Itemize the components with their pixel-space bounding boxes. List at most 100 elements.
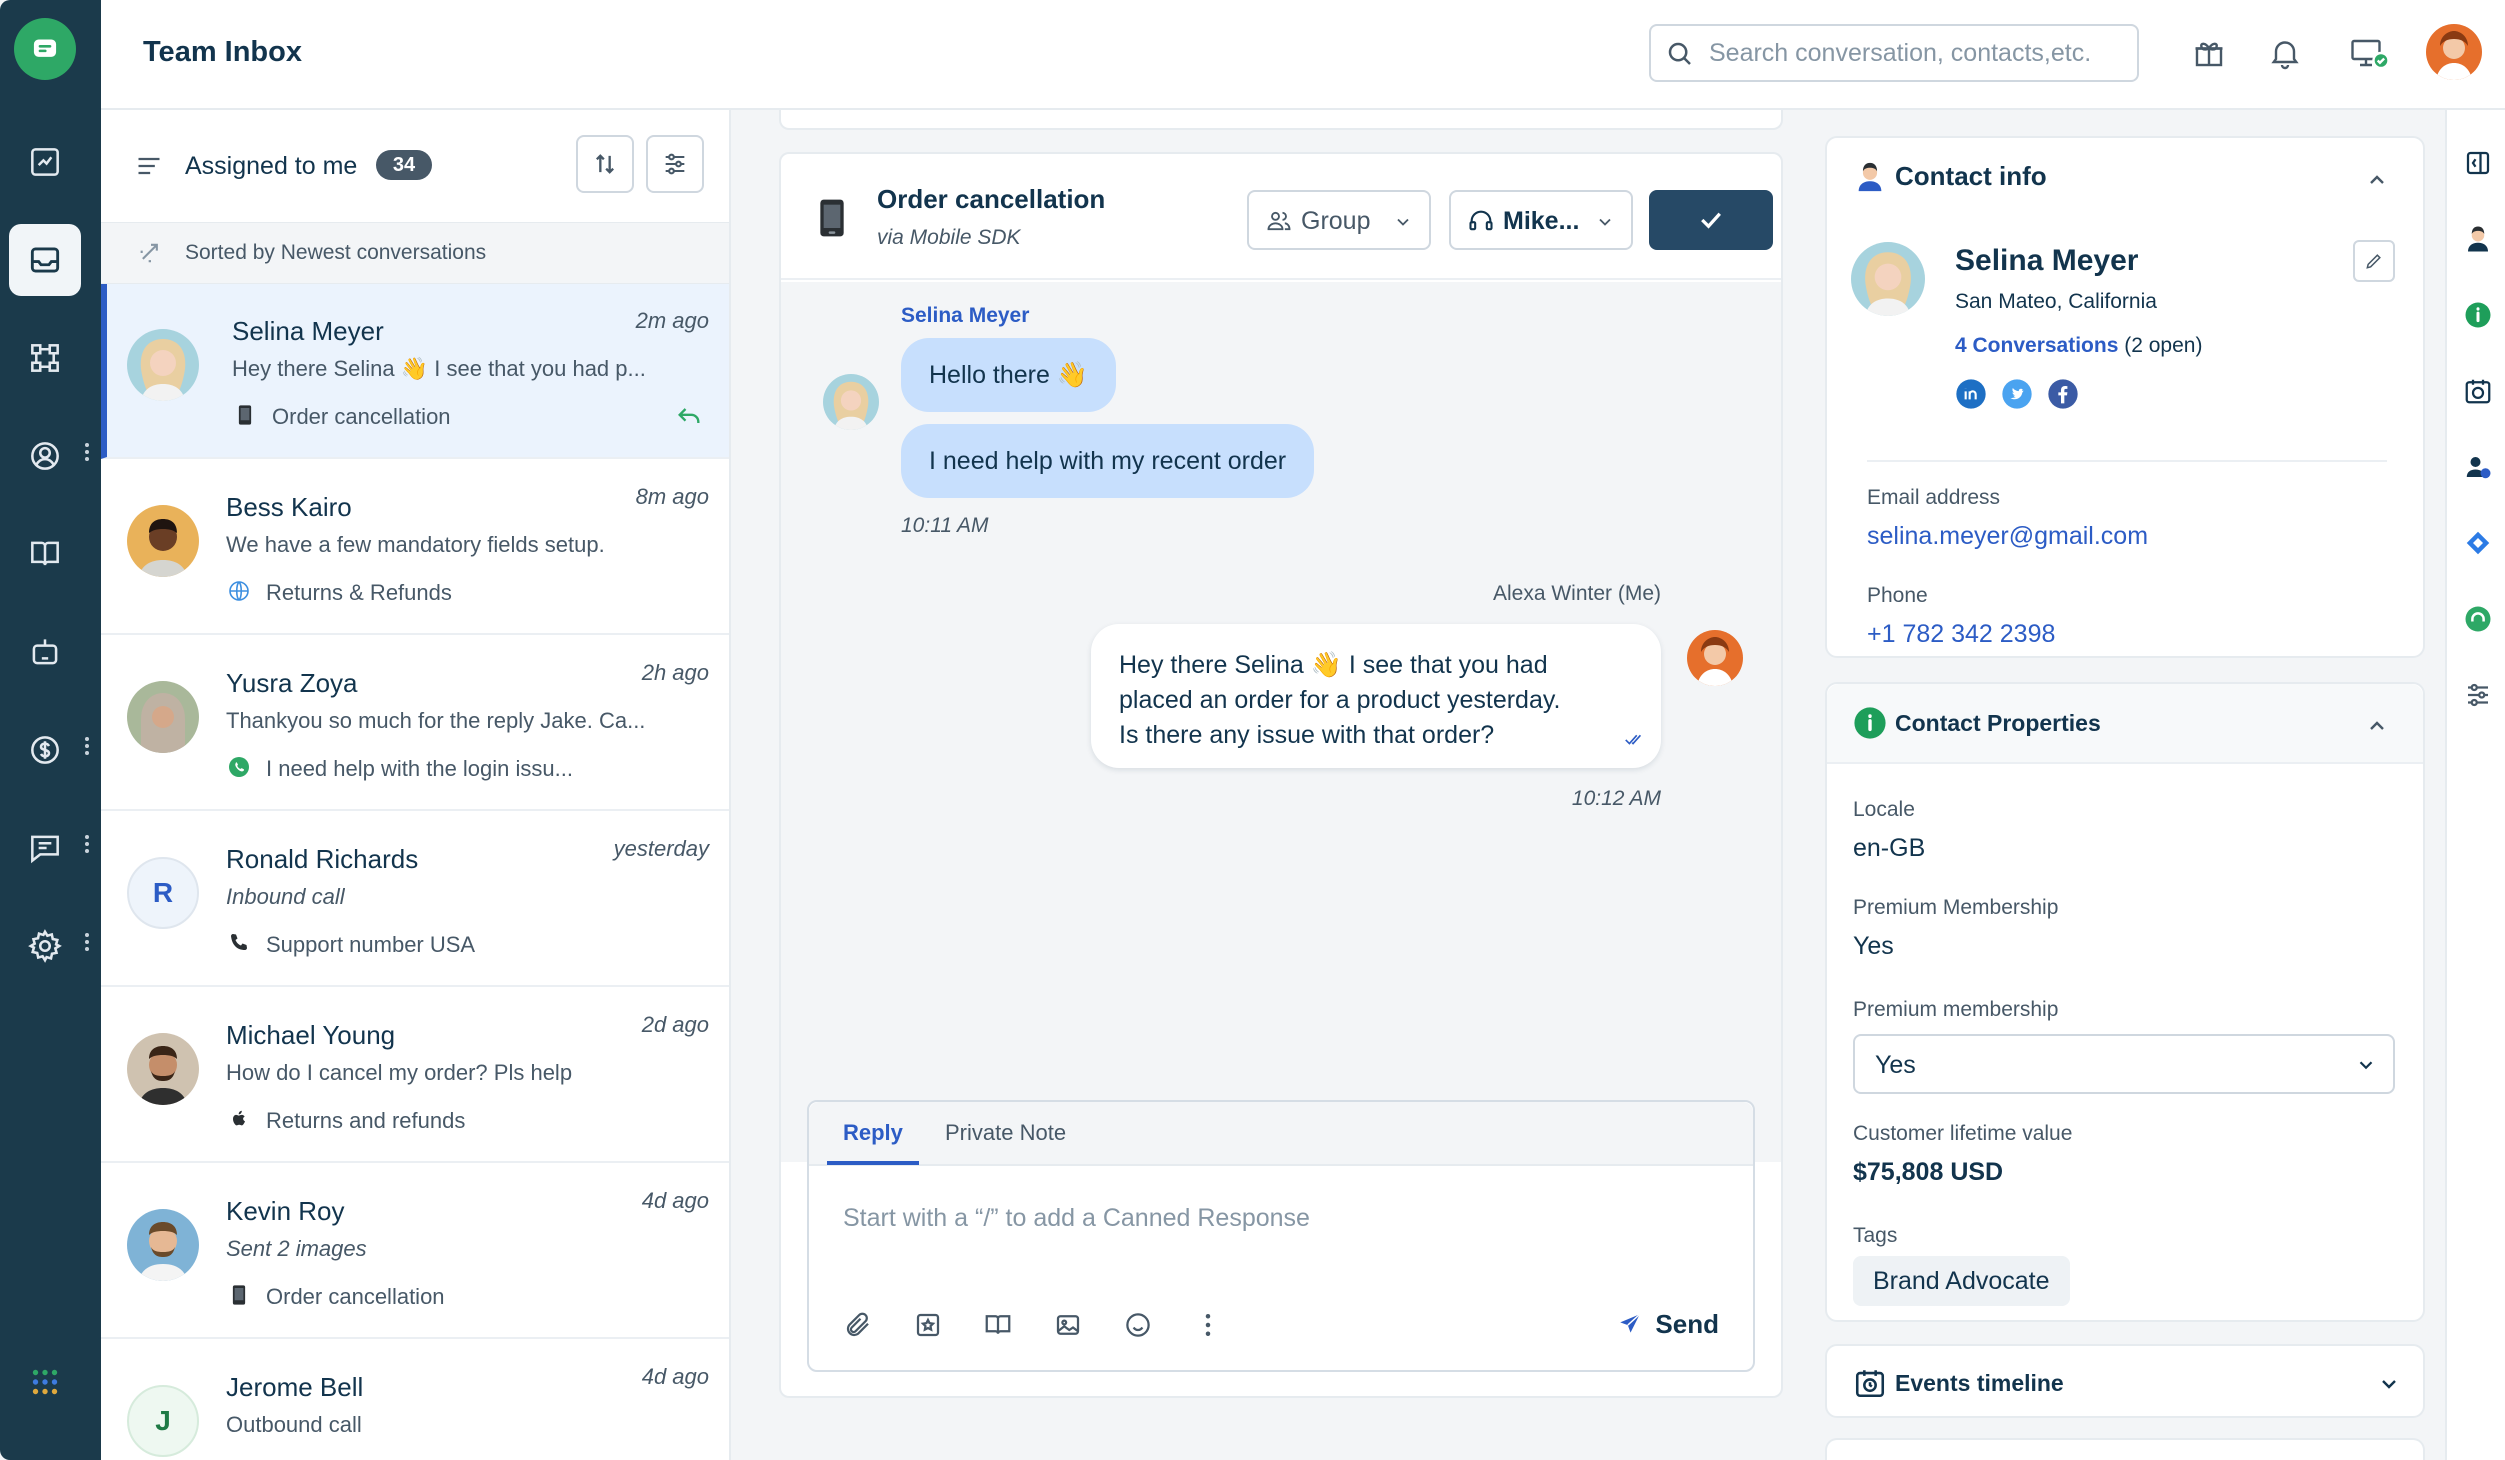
support-app-icon[interactable]	[2461, 602, 2495, 636]
conversation-item[interactable]: Yusra Zoya 2h ago Thankyou so much for t…	[101, 636, 729, 811]
search-icon	[1668, 42, 1691, 65]
messages-icon[interactable]	[9, 812, 81, 884]
tag-chip[interactable]: Brand Advocate	[1853, 1256, 2070, 1306]
knowledge-base-icon[interactable]	[981, 1308, 1015, 1342]
agent-status-icon[interactable]	[2341, 30, 2397, 76]
bot-icon[interactable]	[9, 616, 81, 688]
twitter-icon[interactable]	[2001, 378, 2033, 410]
settings-icon[interactable]	[9, 910, 81, 982]
contact-location: San Mateo, California	[1955, 290, 2157, 313]
read-receipt-icon	[1625, 734, 1642, 745]
contacts-icon[interactable]	[9, 420, 81, 492]
incoming-message: Hello there 👋	[901, 338, 1116, 412]
headset-icon	[1469, 210, 1493, 231]
filter-button[interactable]	[646, 135, 704, 193]
chevron-up-icon[interactable]	[2365, 168, 2389, 192]
edit-contact-button[interactable]	[2353, 240, 2395, 282]
conversation-item[interactable]: Kevin Roy 4d ago Sent 2 images Order can…	[101, 1164, 729, 1339]
contact-sidebar: Contact info Selina Meyer San Mateo, Cal…	[1785, 110, 2445, 1460]
conversation-time: 4d ago	[641, 1364, 709, 1389]
incoming-message: I need help with my recent order	[901, 424, 1315, 498]
previous-conversation-card	[779, 110, 1783, 130]
conversation-item[interactable]: R Ronald Richards yesterday Inbound call…	[101, 812, 729, 987]
search-box[interactable]	[1649, 24, 2139, 82]
contact-name: Selina Meyer	[1955, 244, 2139, 277]
contact-name: Kevin Roy	[226, 1196, 345, 1226]
send-button[interactable]: Send	[1617, 1304, 1719, 1344]
contact-avatar	[127, 1209, 199, 1281]
agent-dropdown[interactable]: Mike...	[1449, 190, 1633, 250]
gift-icon[interactable]	[2186, 30, 2232, 76]
conversation-source: via Mobile SDK	[877, 226, 1021, 249]
tab-private-note[interactable]: Private Note	[945, 1120, 1066, 1146]
billing-more-icon[interactable]	[82, 734, 92, 762]
clv-value: $75,808 USD	[1853, 1158, 2004, 1186]
outgoing-message: Hey there Selina 👋 I see that you had pl…	[1091, 624, 1661, 768]
premium-membership-select[interactable]: Yes	[1853, 1034, 2395, 1094]
emoji-icon[interactable]	[1121, 1308, 1155, 1342]
phone-label: Phone	[1867, 584, 1928, 607]
email-value[interactable]: selina.meyer@gmail.com	[1867, 522, 2148, 551]
conversation-item[interactable]: Michael Young 2d ago How do I cancel my …	[101, 988, 729, 1163]
notifications-bell-icon[interactable]	[2262, 30, 2308, 76]
dashboard-icon[interactable]	[9, 126, 81, 198]
send-icon	[1620, 1313, 1641, 1333]
email-label: Email address	[1867, 486, 2001, 509]
reply-tabs: Reply Private Note	[809, 1102, 1753, 1166]
contact-avatar	[127, 681, 199, 753]
inbox-icon[interactable]	[9, 224, 81, 296]
attachment-icon[interactable]	[841, 1308, 875, 1342]
message-time: 10:12 AM	[1571, 787, 1661, 810]
user-avatar[interactable]	[2426, 24, 2482, 80]
settings-sliders-icon[interactable]	[2461, 678, 2495, 712]
contact-profile-icon[interactable]	[2461, 222, 2495, 256]
conversation-item[interactable]: Bess Kairo 8m ago We have a few mandator…	[101, 460, 729, 635]
open-count: (2 open)	[2124, 334, 2203, 357]
facebook-icon[interactable]	[2047, 378, 2079, 410]
channel-label: Order cancellation	[272, 404, 451, 429]
conversations-link[interactable]: 4 Conversations	[1955, 334, 2118, 357]
chevron-down-icon	[2382, 1380, 2396, 1389]
channel-label: Support number USA	[266, 932, 476, 957]
filter-sliders-icon	[665, 153, 685, 175]
contact-name: Jerome Bell	[226, 1372, 364, 1402]
timeline-icon[interactable]	[2461, 374, 2495, 408]
search-input[interactable]	[1709, 34, 2129, 72]
app-logo-icon[interactable]	[14, 18, 76, 80]
settings-more-icon[interactable]	[82, 930, 92, 958]
user-settings-icon[interactable]	[2461, 450, 2495, 484]
contacts-more-icon[interactable]	[82, 440, 92, 468]
resolve-button[interactable]	[1649, 190, 1773, 250]
mobile-icon	[820, 199, 844, 237]
chevron-up-icon[interactable]	[2365, 714, 2389, 738]
conversation-item[interactable]: Selina Meyer 2m ago Hey there Selina 👋 I…	[101, 284, 729, 459]
apps-grid-icon[interactable]	[9, 1346, 81, 1418]
messages-more-icon[interactable]	[82, 832, 92, 860]
group-dropdown[interactable]: Group	[1247, 190, 1431, 250]
contact-properties-header[interactable]: Contact Properties	[1827, 684, 2423, 764]
sort-button[interactable]	[576, 135, 634, 193]
integration-diamond-icon[interactable]	[2461, 526, 2495, 560]
channel-label: Returns & Refunds	[266, 580, 452, 605]
phone-value[interactable]: +1 782 342 2398	[1867, 620, 2055, 649]
locale-label: Locale	[1853, 798, 1915, 821]
events-timeline-panel[interactable]: Events timeline	[1825, 1344, 2425, 1418]
info-icon[interactable]	[2461, 298, 2495, 332]
contact-info-header[interactable]: Contact info	[1827, 138, 2423, 218]
image-icon[interactable]	[1051, 1308, 1085, 1342]
menu-icon[interactable]	[135, 154, 163, 178]
message-preview: Outbound call	[226, 1412, 362, 1437]
app-window: Team Inbox Assigned to me 34	[0, 0, 2505, 1460]
workflow-icon[interactable]	[9, 322, 81, 394]
tab-reply[interactable]: Reply	[843, 1120, 903, 1146]
canned-response-icon[interactable]	[911, 1308, 945, 1342]
billing-icon[interactable]	[9, 714, 81, 786]
conversation-item[interactable]: J Jerome Bell 4d ago Outbound call	[101, 1340, 729, 1460]
sort-status-bar: Sorted by Newest conversations	[101, 222, 729, 284]
reply-input[interactable]	[843, 1198, 1703, 1238]
view-filter-title[interactable]: Assigned to me	[185, 152, 357, 181]
more-options-icon[interactable]	[1191, 1308, 1225, 1342]
linkedin-icon[interactable]	[1955, 378, 1987, 410]
knowledge-base-icon[interactable]	[9, 518, 81, 590]
collapse-panel-icon[interactable]	[2461, 146, 2495, 180]
